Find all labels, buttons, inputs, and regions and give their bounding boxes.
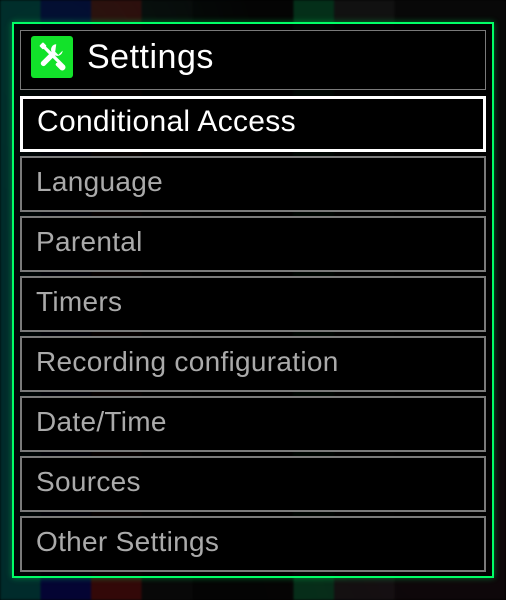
menu-item-label: Sources [36, 466, 141, 498]
menu-item-label: Parental [36, 226, 143, 258]
tools-icon [31, 36, 73, 78]
menu-item-label: Date/Time [36, 406, 167, 438]
settings-header: Settings [20, 30, 486, 90]
menu-item-label: Language [36, 166, 163, 198]
menu-item-other-settings[interactable]: Other Settings [20, 516, 486, 572]
menu-item-recording-configuration[interactable]: Recording configuration [20, 336, 486, 392]
menu-item-label: Timers [36, 286, 122, 318]
menu-item-label: Conditional Access [37, 105, 296, 139]
menu-item-sources[interactable]: Sources [20, 456, 486, 512]
menu-item-conditional-access[interactable]: Conditional Access [20, 96, 486, 152]
menu-item-label: Recording configuration [36, 346, 339, 378]
settings-menu: Conditional Access Language Parental Tim… [20, 96, 486, 572]
menu-item-date-time[interactable]: Date/Time [20, 396, 486, 452]
page-title: Settings [87, 38, 214, 77]
menu-item-label: Other Settings [36, 526, 219, 558]
settings-panel: Settings Conditional Access Language Par… [12, 22, 494, 578]
menu-item-parental[interactable]: Parental [20, 216, 486, 272]
menu-item-language[interactable]: Language [20, 156, 486, 212]
menu-item-timers[interactable]: Timers [20, 276, 486, 332]
